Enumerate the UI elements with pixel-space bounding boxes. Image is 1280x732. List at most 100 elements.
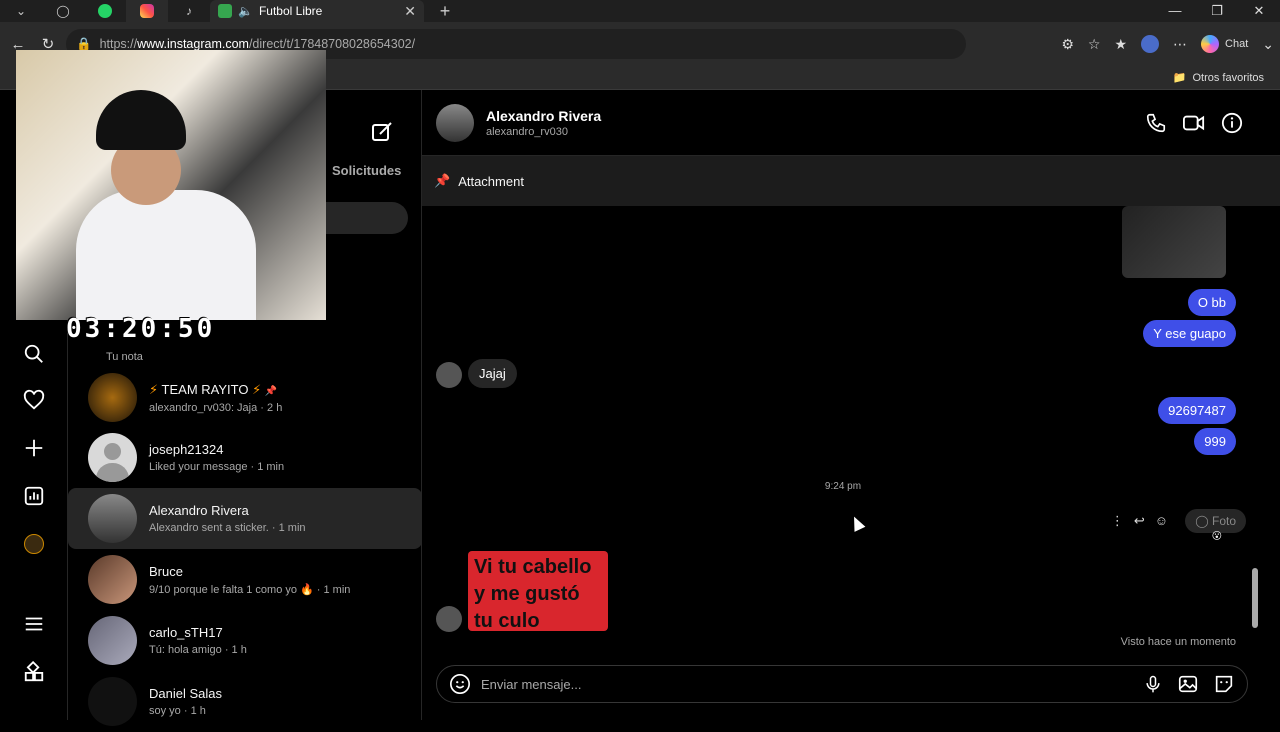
message-timestamp: 9:24 pm [824, 481, 862, 492]
microphone-icon[interactable] [1143, 673, 1163, 695]
image-upload-icon[interactable] [1177, 673, 1199, 695]
avatar[interactable] [436, 606, 462, 632]
message-input[interactable] [481, 676, 1133, 692]
sticker-line: y me gustó [474, 583, 580, 605]
globe-tab-icon[interactable]: ◯ [42, 0, 84, 22]
url-prefix: https:// [99, 37, 138, 51]
conversation-item[interactable]: Bruce 9/10 porque le falta 1 como yo 🔥 ·… [68, 549, 422, 610]
info-icon[interactable] [1220, 111, 1244, 135]
conversation-preview: 9/10 porque le falta 1 como yo 🔥 · 1 min [149, 583, 351, 596]
conversation-preview: Tú: hola amigo · 1 h [149, 644, 247, 656]
apps-grid-icon[interactable] [22, 660, 46, 684]
instagram-tab-icon[interactable] [126, 0, 168, 22]
collections-icon[interactable]: ★ [1114, 36, 1127, 53]
tab-favicon [218, 4, 232, 18]
conversation-item[interactable]: joseph21324 Liked your message · 1 min [68, 427, 422, 488]
conversation-item[interactable]: carlo_sTH17 Tú: hola amigo · 1 h [68, 610, 422, 671]
tab-requests[interactable]: Solicitudes [332, 163, 401, 178]
profile-avatar[interactable] [1141, 35, 1160, 53]
heart-icon[interactable] [22, 388, 46, 412]
whatsapp-tab-icon[interactable] [84, 0, 126, 22]
conversation-item[interactable]: ⚡ TEAM RAYITO ⚡ 📌 alexandro_rv030: Jaja … [68, 367, 422, 428]
tiktok-tab-icon[interactable]: ♪ [168, 0, 210, 22]
conversation-name: TEAM RAYITO [161, 381, 249, 397]
avatar [88, 616, 137, 665]
tab-title: Futbol Libre [258, 4, 323, 18]
window-close-icon[interactable]: ✕ [1238, 3, 1280, 19]
new-tab-icon[interactable]: + [424, 0, 466, 22]
copilot-chat-button[interactable]: Chat [1201, 35, 1248, 53]
conversation-item-selected[interactable]: Alexandro Rivera Alexandro sent a sticke… [68, 488, 422, 549]
chat-panel: Alexandro Rivera alexandro_rv030 📌 Attac… [422, 90, 1280, 720]
scroll-thumb[interactable] [1252, 568, 1258, 628]
chat-contact-name[interactable]: Alexandro Rivera [486, 108, 601, 124]
avatar [88, 494, 137, 543]
speaker-icon[interactable]: 🔈 [238, 4, 253, 18]
conversation-item[interactable]: Daniel Salas soy yo · 1 h [68, 671, 422, 732]
avatar [88, 433, 137, 482]
sticker-icon[interactable] [1213, 673, 1235, 695]
close-tab-icon[interactable]: ✕ [404, 3, 416, 20]
chat-avatar[interactable] [436, 103, 474, 142]
more-menu-icon[interactable]: ⋯ [1173, 36, 1187, 53]
phone-call-icon[interactable] [1144, 111, 1168, 135]
restore-icon[interactable]: ❐ [1196, 3, 1238, 19]
other-favorites-link[interactable]: Otros favoritos [1192, 72, 1264, 84]
chat-header: Alexandro Rivera alexandro_rv030 [422, 90, 1280, 156]
photo-reply-pill[interactable]: ◯ Foto [1185, 509, 1246, 533]
conversation-name: joseph21324 [149, 442, 224, 457]
pinned-attachment-bar[interactable]: 📌 Attachment [422, 156, 1280, 206]
message-in[interactable]: Jajaj [468, 359, 517, 388]
message-out[interactable]: O bb [1187, 289, 1236, 316]
chat-label: Chat [1225, 38, 1249, 50]
conversation-name: Daniel Salas [149, 686, 222, 701]
tab-futbol-libre[interactable]: 🔈 Futbol Libre ✕ [210, 0, 424, 22]
conversation-name: Bruce [149, 563, 183, 579]
profile-avatar-icon[interactable] [22, 532, 46, 556]
photo-label: Foto [1211, 514, 1236, 528]
create-plus-icon[interactable] [22, 436, 46, 460]
lightning-icon: ⚡ [252, 381, 262, 397]
conversation-preview: Liked your message · 1 min [149, 461, 285, 473]
pin-icon: 📌 [434, 173, 451, 188]
favorite-star-icon[interactable]: ☆ [1088, 36, 1101, 53]
emoji-icon[interactable] [449, 673, 471, 695]
extensions-icon[interactable]: ⚙ [1061, 36, 1074, 53]
avatar [88, 677, 137, 726]
message-out[interactable]: 999 [1194, 428, 1236, 455]
pinned-label: Attachment [458, 173, 524, 189]
avatar [88, 555, 137, 604]
react-emoji-icon[interactable]: ☺ [1155, 513, 1168, 529]
message-out[interactable]: Y ese guapo [1143, 320, 1236, 347]
more-options-icon[interactable]: ⋮ [1111, 513, 1124, 529]
search-input[interactable] [318, 202, 408, 234]
copilot-icon [1201, 35, 1220, 53]
sticker-message[interactable]: Vi tu cabello y me gustó tu culo [468, 551, 608, 632]
conversation-name: Alexandro Rivera [149, 503, 249, 518]
dashboard-icon[interactable] [22, 484, 46, 508]
search-icon[interactable] [22, 342, 46, 366]
pin-icon: 📌 [264, 385, 278, 397]
avatar[interactable] [436, 362, 462, 388]
chevron-down-icon[interactable]: ⌄ [1262, 36, 1274, 53]
reaction-emoji[interactable]: 😮 [1212, 531, 1222, 542]
hamburger-menu-icon[interactable] [22, 612, 46, 636]
minimize-icon[interactable]: — [1154, 3, 1196, 19]
tab-actions-chevron-icon[interactable]: ⌄ [0, 0, 42, 22]
conversation-name: carlo_sTH17 [149, 625, 223, 640]
seen-status: Visto hace un momento [1120, 636, 1236, 648]
compose-message-icon[interactable] [370, 120, 394, 144]
video-call-icon[interactable] [1182, 111, 1206, 135]
shared-photo[interactable] [1122, 206, 1226, 278]
avatar [88, 373, 137, 422]
conversation-preview: soy yo · 1 h [149, 705, 206, 717]
message-out[interactable]: 92697487 [1158, 397, 1236, 424]
webcam-cap [96, 90, 186, 150]
your-note-label[interactable]: Tu nota [106, 351, 143, 363]
scrollbar[interactable] [1252, 208, 1258, 648]
lightning-icon: ⚡ [149, 381, 159, 397]
webcam-person [76, 190, 256, 320]
url-domain: www.instagram.com [137, 37, 249, 51]
chat-contact-username: alexandro_rv030 [486, 125, 568, 138]
reply-icon[interactable]: ↩ [1134, 513, 1145, 529]
